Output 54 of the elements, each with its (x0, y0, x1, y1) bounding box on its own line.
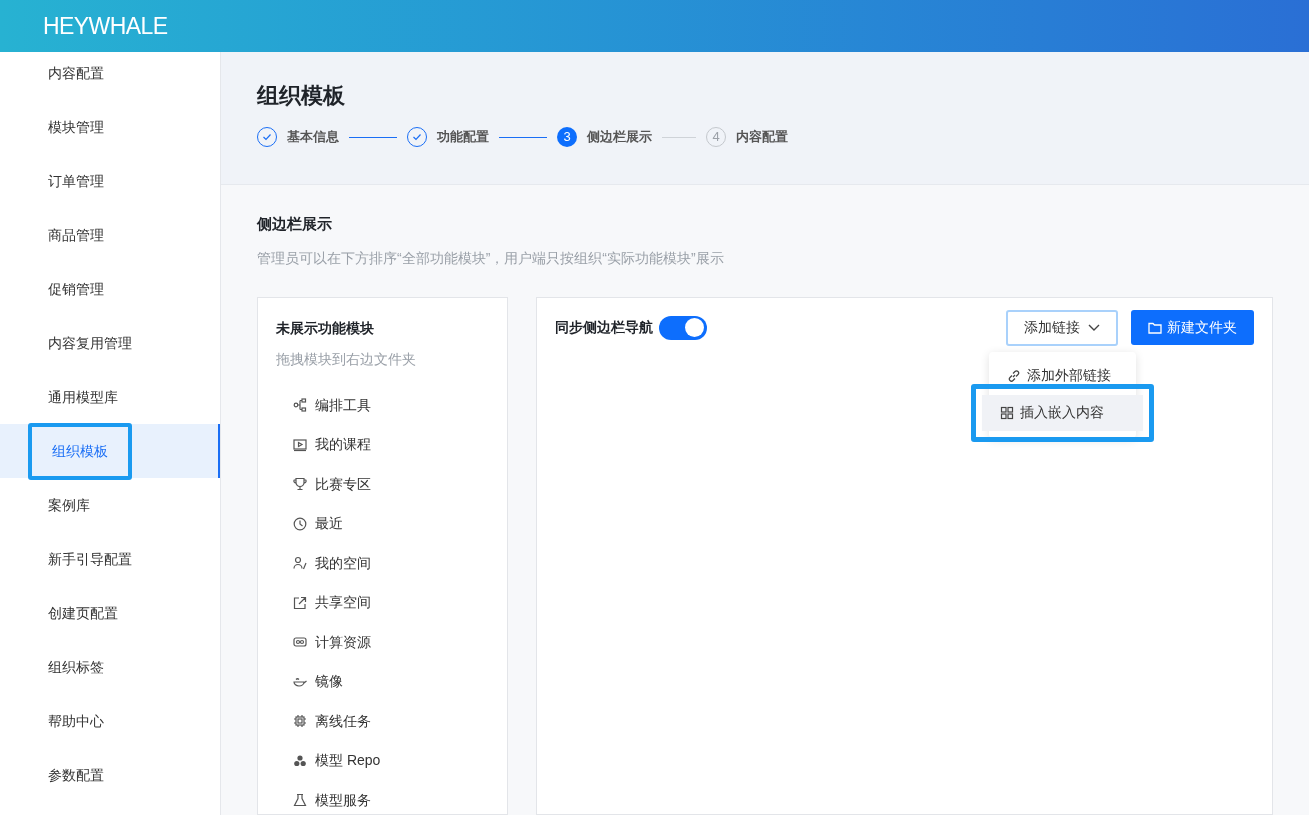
add-link-button[interactable]: 添加链接 (1006, 309, 1118, 346)
panel-hint: 拖拽模块到右边文件夹 (276, 349, 417, 369)
module-item[interactable]: 我的空间 (315, 552, 371, 574)
chip-icon (293, 714, 307, 729)
sidebar-item[interactable]: 组织模板 (28, 422, 132, 480)
section-description: 管理员可以在下方排序“全部功能模块”，用户端只按组织“实际功能模块”展示 (257, 248, 725, 268)
sidebar-item[interactable]: 商品管理 (28, 210, 124, 260)
sidebar-item[interactable]: 帮助中心 (28, 696, 124, 746)
sidebar-item[interactable]: 创建页配置 (28, 588, 138, 638)
section-title: 侧边栏展示 (257, 214, 333, 234)
sync-label: 同步侧边栏导航 (555, 318, 654, 337)
flask-icon (293, 793, 307, 808)
module-item[interactable]: 共享空间 (315, 592, 371, 614)
sidebar-item[interactable]: 通用模型库 (28, 372, 138, 422)
panel-title: 未展示功能模块 (276, 318, 375, 338)
step-label: 基本信息 (287, 128, 339, 147)
sidebar-item[interactable]: 组织标签 (28, 642, 124, 692)
step-label: 侧边栏展示 (587, 128, 652, 147)
clock-icon (293, 516, 307, 531)
link-icon (1007, 368, 1022, 383)
sidebar-item[interactable]: 内容复用管理 (28, 318, 152, 368)
module-item[interactable]: 我的课程 (315, 434, 371, 456)
menu-item[interactable]: 插入嵌入内容 (982, 394, 1144, 431)
gpu-icon (293, 635, 307, 650)
module-item[interactable]: 比赛专区 (315, 473, 371, 495)
sidebar-item[interactable]: 促销管理 (28, 264, 124, 314)
video-icon (293, 437, 307, 452)
module-item[interactable]: 模型 Repo (315, 750, 381, 772)
module-item[interactable]: 计算资源 (315, 631, 371, 653)
sidebar-item[interactable]: 内容配置 (28, 52, 124, 98)
share-nodes-icon (293, 398, 307, 413)
folder-icon (1148, 321, 1162, 334)
sidebar-item[interactable]: 新手引导配置 (28, 534, 152, 584)
user-icon (293, 556, 307, 571)
step-number: 3 (557, 127, 577, 147)
grid-icon (1000, 405, 1015, 420)
external-link-icon (293, 595, 307, 610)
module-item[interactable]: 编排工具 (315, 394, 371, 416)
cubes-icon (293, 753, 307, 768)
step-label: 功能配置 (437, 128, 489, 147)
module-item[interactable]: 镜像 (315, 671, 343, 693)
sidebar-item[interactable]: 模块管理 (28, 102, 124, 152)
trophy-icon (293, 477, 307, 492)
sidebar-item[interactable]: 订单管理 (28, 156, 124, 206)
sidebar-item[interactable]: 案例库 (28, 480, 110, 530)
page-title: 组织模板 (257, 82, 346, 110)
sidebar-item[interactable]: 参数配置 (28, 750, 124, 800)
sync-toggle[interactable] (659, 315, 708, 340)
caret-icon (1088, 323, 1100, 332)
module-item[interactable]: 最近 (315, 513, 343, 535)
module-item[interactable]: 离线任务 (315, 710, 371, 732)
new-folder-button[interactable]: 新建文件夹 (1131, 310, 1254, 345)
module-item[interactable]: 模型服务 (315, 789, 371, 811)
step-label: 内容配置 (736, 128, 788, 147)
